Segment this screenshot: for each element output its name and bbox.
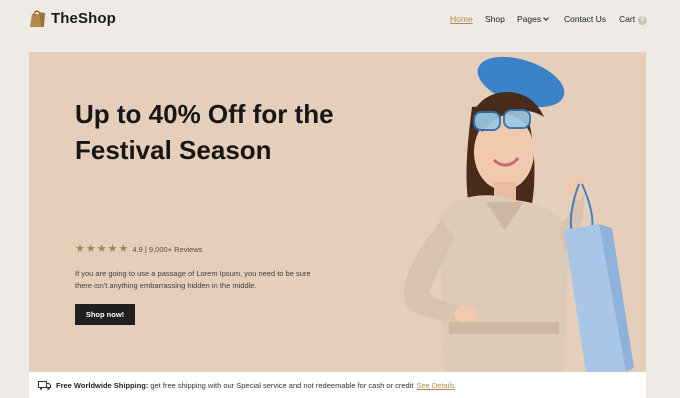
star-icon: ★ — [118, 243, 129, 255]
nav-contact[interactable]: Contact Us — [564, 14, 606, 24]
hero-title: Up to 40% Off for the Festival Season — [75, 99, 334, 165]
nav-cart[interactable]: Cart 0 — [619, 14, 648, 26]
main-nav: Home Shop Pages Contact Us Cart 0 — [0, 14, 680, 28]
star-icon: ★ — [107, 243, 118, 255]
nav-shop[interactable]: Shop — [485, 14, 505, 24]
nav-cart-label: Cart — [619, 14, 636, 24]
chevron-down-icon — [543, 15, 549, 21]
hero-description: If you are going to use a passage of Lor… — [75, 269, 311, 290]
star-icon: ★ — [85, 243, 96, 255]
rating-text: 4.9 | 9,000+ Reviews — [132, 245, 203, 254]
see-details-link[interactable]: See Details — [416, 381, 454, 390]
shipping-bar: Free Worldwide Shipping: get free shippi… — [29, 372, 646, 398]
hero-banner: Up to 40% Off for the Festival Season ★ … — [29, 52, 646, 372]
cart-count-badge: 0 — [638, 16, 648, 25]
truck-icon — [38, 380, 51, 390]
nav-home[interactable]: Home — [450, 14, 473, 24]
hero-model-image — [403, 56, 634, 372]
star-icon: ★ — [96, 243, 107, 255]
shipping-title: Free Worldwide Shipping: — [56, 380, 149, 390]
rating: ★ ★ ★ ★ ★ 4.9 | 9,000+ Reviews — [75, 244, 203, 255]
star-icon: ★ — [75, 243, 85, 255]
nav-pages-label: Pages — [517, 14, 542, 24]
shipping-text: get free shipping with our Special servi… — [150, 380, 414, 390]
site-header: TheShop Home Shop Pages Contact Us Cart 0 — [0, 0, 680, 40]
rating-stars: ★ ★ ★ ★ ★ — [75, 244, 128, 255]
nav-pages[interactable]: Pages — [517, 14, 549, 24]
shop-now-button[interactable]: Shop now! — [75, 304, 135, 325]
